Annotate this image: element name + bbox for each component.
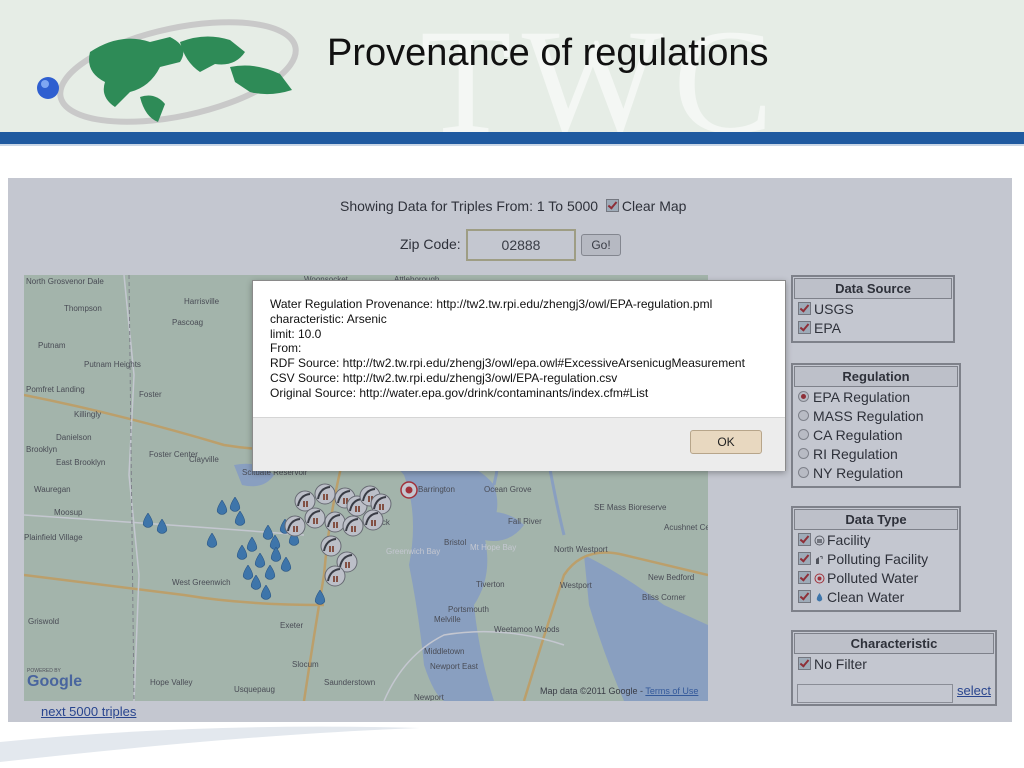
footer-swoosh	[0, 726, 420, 762]
dialog-message: Water Regulation Provenance: http://tw2.…	[270, 297, 745, 401]
dialog-line-rdf-source: RDF Source: http://tw2.tw.rpi.edu/zhengj…	[270, 356, 745, 371]
dialog-line-from: From:	[270, 341, 302, 356]
dialog-line-provenance: Water Regulation Provenance: http://tw2.…	[270, 297, 713, 311]
dialog-line-csv-source: CSV Source: http://tw2.tw.rpi.edu/zhengj…	[270, 370, 618, 385]
provenance-dialog: Water Regulation Provenance: http://tw2.…	[252, 280, 786, 471]
ok-button[interactable]: OK	[690, 430, 762, 454]
header-divider	[0, 144, 1024, 146]
dialog-line-original-source: Original Source: http://water.epa.gov/dr…	[270, 385, 649, 400]
dialog-line-characteristic: characteristic: Arsenic	[270, 311, 387, 326]
dialog-line-limit: limit: 10.0	[270, 326, 322, 341]
globe-logo-icon	[37, 19, 299, 125]
dialog-footer: OK	[253, 417, 785, 471]
slide-title: Provenance of regulations	[327, 32, 769, 74]
header-band	[0, 132, 1024, 144]
slide-header: TWC Provenance of regulations	[0, 0, 1024, 165]
